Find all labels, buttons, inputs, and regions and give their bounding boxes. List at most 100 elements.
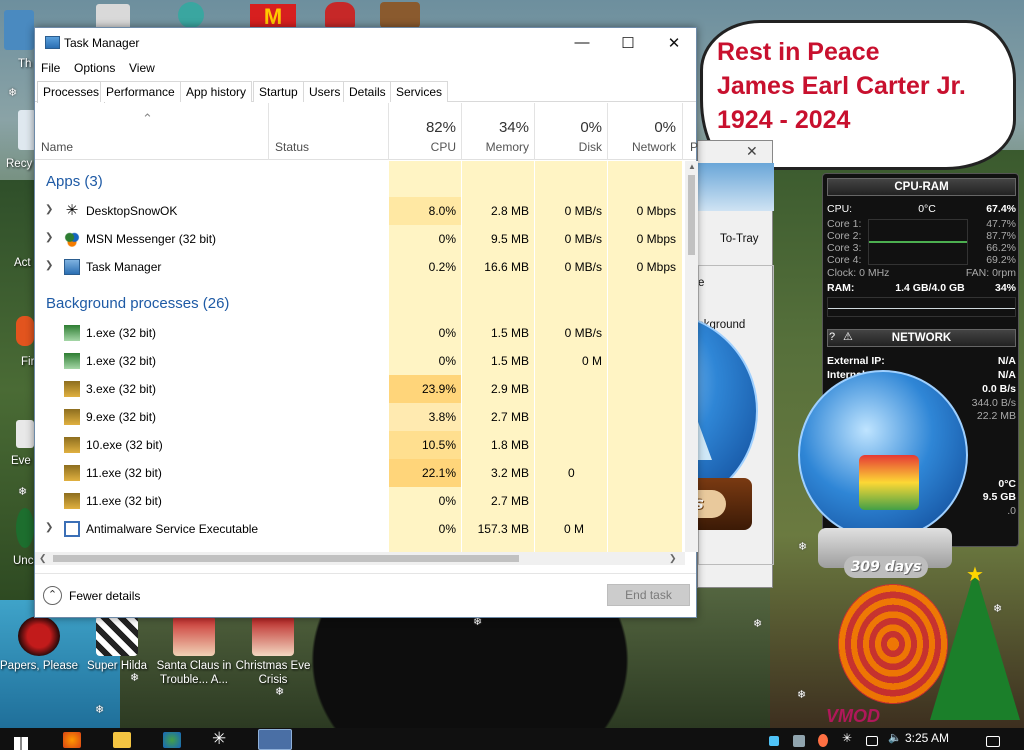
- tray-icon[interactable]: [818, 734, 828, 747]
- core-label: Core 4:: [827, 254, 862, 266]
- totray-label[interactable]: To-Tray: [720, 233, 759, 245]
- desktop-icon-papers-please[interactable]: Papers, Please: [0, 616, 78, 673]
- tab-performance[interactable]: Performance: [100, 81, 181, 102]
- unchecky-icon[interactable]: [16, 508, 34, 548]
- system-clock[interactable]: 3:25 AM: [905, 731, 949, 745]
- core-value: 87.7%: [986, 230, 1016, 242]
- network-percent[interactable]: 0%: [611, 119, 676, 136]
- column-divider: [607, 103, 608, 160]
- scroll-left-icon[interactable]: ❮: [39, 553, 47, 564]
- cpu-row: CPU: 0°C 67.4%: [827, 203, 1016, 215]
- process-row[interactable]: ❯ Task Manager 0.2% 16.6 MB 0 MB/s 0 Mbp…: [35, 253, 685, 281]
- watermark-logo: VMOD: [826, 706, 880, 726]
- desktop-icon-label: Christmas Eve Crisis: [235, 660, 311, 686]
- title-bar[interactable]: Task Manager — ☐ ✕: [35, 28, 696, 57]
- everything-icon[interactable]: [16, 420, 34, 448]
- column-name[interactable]: Name: [41, 140, 73, 154]
- reindeer-icon[interactable]: [380, 2, 420, 28]
- process-disk: 0 M: [581, 354, 602, 368]
- process-row[interactable]: 11.exe (32 bit) 22.1% 3.2 MB 0: [35, 459, 685, 487]
- process-memory: 3.2 MB: [490, 466, 529, 480]
- notification-icon[interactable]: [986, 736, 1000, 747]
- scroll-thumb[interactable]: [53, 555, 519, 562]
- rate-value: 0.0 B/s: [982, 383, 1016, 395]
- file-explorer-icon[interactable]: [113, 732, 131, 748]
- windows-start-icon[interactable]: [14, 737, 28, 750]
- process-row[interactable]: ❯ Antimalware Service Executable 0% 157.…: [35, 515, 685, 543]
- chevron-right-icon[interactable]: ❯: [45, 232, 53, 243]
- column-divider: [682, 103, 683, 160]
- cpu-percent[interactable]: 82%: [395, 119, 456, 136]
- column-memory[interactable]: Memory: [465, 140, 529, 154]
- task-manager-window[interactable]: Task Manager — ☐ ✕ File Options View Pro…: [34, 27, 698, 618]
- tab-startup[interactable]: Startup: [253, 81, 304, 102]
- volume-icon[interactable]: 🔈: [888, 731, 906, 747]
- tab-details[interactable]: Details: [343, 81, 392, 102]
- process-row[interactable]: 3.exe (32 bit) 23.9% 2.9 MB: [35, 375, 685, 403]
- column-disk[interactable]: Disk: [538, 140, 602, 154]
- close-icon[interactable]: ✕: [746, 143, 758, 160]
- column-power[interactable]: P: [690, 140, 698, 154]
- minimize-button[interactable]: —: [559, 28, 605, 57]
- desktop-icon-top-2[interactable]: [178, 2, 204, 28]
- chevron-right-icon[interactable]: ❯: [45, 260, 53, 271]
- chevron-right-icon[interactable]: ❯: [45, 204, 53, 215]
- firefox-icon[interactable]: [16, 316, 34, 346]
- network-tray-icon[interactable]: [866, 736, 878, 746]
- process-row[interactable]: ❯ MSN Messenger (32 bit) 0% 9.5 MB 0 MB/…: [35, 225, 685, 253]
- column-status[interactable]: Status: [275, 140, 309, 154]
- desktop-icon-super-hilda[interactable]: Super Hilda: [78, 616, 156, 673]
- tray-icon[interactable]: [769, 736, 779, 746]
- process-row[interactable]: ❯ ✳ DesktopSnowOK 8.0% 2.8 MB 0 MB/s 0 M…: [35, 197, 685, 225]
- ram-percent: 34%: [994, 282, 1016, 294]
- menu-options[interactable]: Options: [74, 61, 115, 75]
- menu-view[interactable]: View: [129, 61, 155, 75]
- process-row[interactable]: 1.exe (32 bit) 0% 1.5 MB 0 M: [35, 347, 685, 375]
- process-disk: 0 MB/s: [564, 232, 602, 246]
- column-cpu[interactable]: CPU: [395, 140, 456, 154]
- firefox-taskbar-icon[interactable]: [63, 732, 81, 748]
- tab-processes[interactable]: Processes: [37, 81, 106, 103]
- task-manager-taskbar-icon[interactable]: [258, 729, 292, 750]
- disk-percent[interactable]: 0%: [538, 119, 602, 136]
- fewer-details-link[interactable]: Fewer details: [69, 589, 140, 603]
- scroll-thumb[interactable]: [688, 175, 695, 255]
- process-row[interactable]: 1.exe (32 bit) 0% 1.5 MB 0 MB/s: [35, 319, 685, 347]
- process-cpu: 0%: [438, 354, 456, 368]
- horizontal-scrollbar[interactable]: ❮ ❯: [35, 552, 685, 565]
- chevron-right-icon[interactable]: ❯: [45, 522, 53, 533]
- desktop-icon-santa-claus-trouble[interactable]: Santa Claus in Trouble... A...: [155, 616, 233, 687]
- tab-app-history[interactable]: App history: [180, 81, 253, 102]
- process-row[interactable]: 10.exe (32 bit) 10.5% 1.8 MB: [35, 431, 685, 459]
- santa-hat-icon[interactable]: [325, 2, 355, 28]
- vertical-scrollbar[interactable]: ▲: [685, 161, 698, 552]
- tab-services[interactable]: Services: [390, 81, 449, 102]
- msn-taskbar-icon[interactable]: [163, 732, 181, 748]
- chevron-up-icon[interactable]: ⌃: [43, 586, 62, 605]
- process-name: 11.exe (32 bit): [86, 494, 162, 508]
- end-task-button[interactable]: End task: [607, 584, 690, 606]
- maximize-button[interactable]: ☐: [605, 28, 651, 57]
- scroll-right-icon[interactable]: ❯: [669, 553, 677, 564]
- sort-chevron-up-icon[interactable]: ⌃: [142, 111, 153, 127]
- tree-app-icon: [64, 353, 80, 369]
- process-row[interactable]: 9.exe (32 bit) 3.8% 2.7 MB: [35, 403, 685, 431]
- memory-percent[interactable]: 34%: [465, 119, 529, 136]
- process-row[interactable]: 11.exe (32 bit) 0% 2.7 MB: [35, 487, 685, 515]
- desktop-icon-this-pc[interactable]: [4, 10, 34, 50]
- tray-snowflake-icon[interactable]: ✳: [842, 731, 860, 747]
- close-button[interactable]: ✕: [651, 28, 697, 57]
- desktop-icon-christmas-eve-crisis[interactable]: Christmas Eve Crisis: [234, 616, 312, 687]
- scroll-up-icon[interactable]: ▲: [688, 162, 696, 171]
- column-network[interactable]: Network: [611, 140, 676, 154]
- snowflake-taskbar-icon[interactable]: ✳: [212, 729, 230, 748]
- menu-file[interactable]: File: [41, 61, 60, 75]
- banner-line-1: Rest in Peace: [717, 38, 880, 66]
- cpu-ram-title: CPU-RAM: [827, 178, 1016, 196]
- help-icon[interactable]: ?: [829, 331, 835, 343]
- process-disk: 0 MB/s: [564, 326, 602, 340]
- tab-users[interactable]: Users: [303, 81, 347, 102]
- snowflake-app-icon: ✳: [65, 202, 79, 219]
- tray-icon[interactable]: [793, 735, 805, 747]
- papers-please-icon: [18, 616, 60, 656]
